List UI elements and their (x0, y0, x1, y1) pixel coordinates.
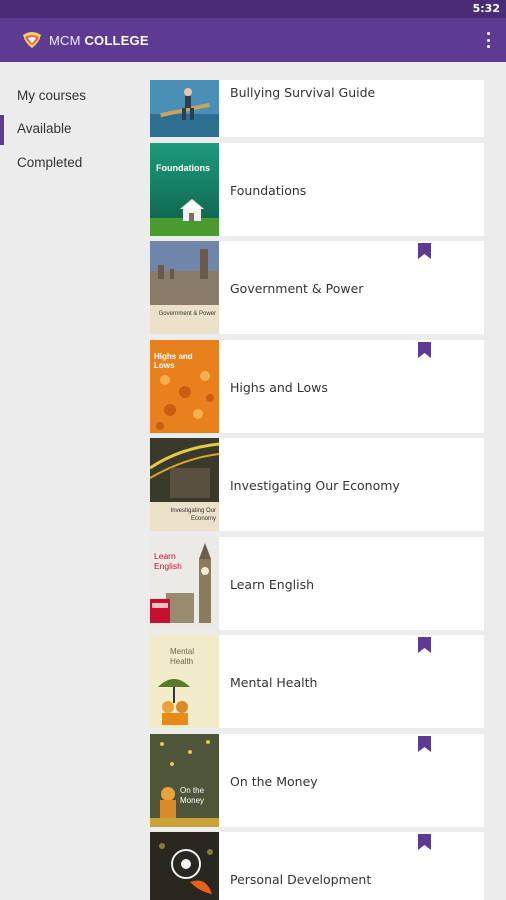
more-vert-icon-dot (486, 38, 490, 42)
thumbnail-text: Government & Power (158, 311, 216, 317)
course-card-learn-english[interactable]: Learn English Learn English (150, 537, 484, 630)
brand-mcm: MCM (49, 33, 81, 48)
thumbnail-text: Learn English (154, 551, 182, 571)
course-title: Government & Power (230, 281, 364, 296)
thumbnail-text: Highs and Lows (154, 352, 193, 370)
course-title: Personal Development (230, 872, 372, 887)
sidebar-item-my-courses[interactable]: My courses (0, 80, 140, 112)
bookmark-icon[interactable] (418, 243, 431, 259)
bookmark-icon[interactable] (418, 342, 431, 358)
app-brand: MCM COLLEGE (49, 33, 149, 48)
course-title: Learn English (230, 577, 315, 592)
sidebar-item-label: My courses (17, 88, 87, 103)
overflow-menu-button[interactable] (484, 30, 492, 50)
course-card-mental-health[interactable]: Mental Health Mental Health (150, 635, 484, 728)
bookmark-icon[interactable] (418, 736, 431, 752)
course-thumbnail (150, 832, 219, 900)
course-card-bullying-survival-guide[interactable]: Bullying Survival Guide (150, 80, 484, 137)
status-time: 5:32 (472, 2, 500, 15)
course-title: Highs and Lows (230, 380, 328, 395)
thumbnail-text: On the Money (180, 786, 205, 805)
course-card-foundations[interactable]: Foundations Foundations (150, 143, 484, 236)
status-bar: 5:32 (0, 0, 506, 18)
course-title: Foundations (230, 183, 307, 198)
sidebar: My courses Available Completed (0, 62, 140, 900)
course-title: Investigating Our Economy (230, 478, 400, 493)
course-card-personal-development[interactable]: Personal Development (150, 832, 484, 900)
course-title: Bullying Survival Guide (230, 85, 376, 100)
more-vert-icon (486, 32, 490, 35)
brand-college: COLLEGE (84, 33, 149, 48)
sidebar-item-label: Available (17, 121, 72, 136)
course-card-government-power[interactable]: Government & Power Government & Power (150, 241, 484, 334)
thumbnail-text: Foundations (156, 163, 210, 173)
sidebar-item-completed[interactable]: Completed (0, 147, 140, 179)
course-thumbnail (150, 734, 219, 827)
bookmark-icon[interactable] (418, 834, 431, 850)
course-thumbnail (150, 241, 219, 334)
course-title: On the Money (230, 774, 318, 789)
app-bar: MCM COLLEGE (0, 18, 506, 62)
college-logo-icon (23, 32, 41, 48)
course-card-investigating-our-economy[interactable]: Investigating Our Economy Investigating … (150, 438, 484, 531)
more-vert-icon-dot (486, 45, 490, 48)
sidebar-item-available[interactable]: Available (0, 113, 140, 145)
course-card-on-the-money[interactable]: On the Money On the Money (150, 734, 484, 827)
active-indicator (0, 115, 4, 145)
course-title: Mental Health (230, 675, 318, 690)
thumbnail-text: Mental Health (170, 647, 195, 666)
sidebar-item-label: Completed (17, 155, 83, 170)
bookmark-icon[interactable] (418, 637, 431, 653)
course-thumbnail (150, 80, 219, 137)
thumbnail-text: Investigating Our Economy (170, 508, 216, 522)
course-card-highs-and-lows[interactable]: Highs and Lows Highs and Lows (150, 340, 484, 433)
course-thumbnail (150, 143, 219, 236)
